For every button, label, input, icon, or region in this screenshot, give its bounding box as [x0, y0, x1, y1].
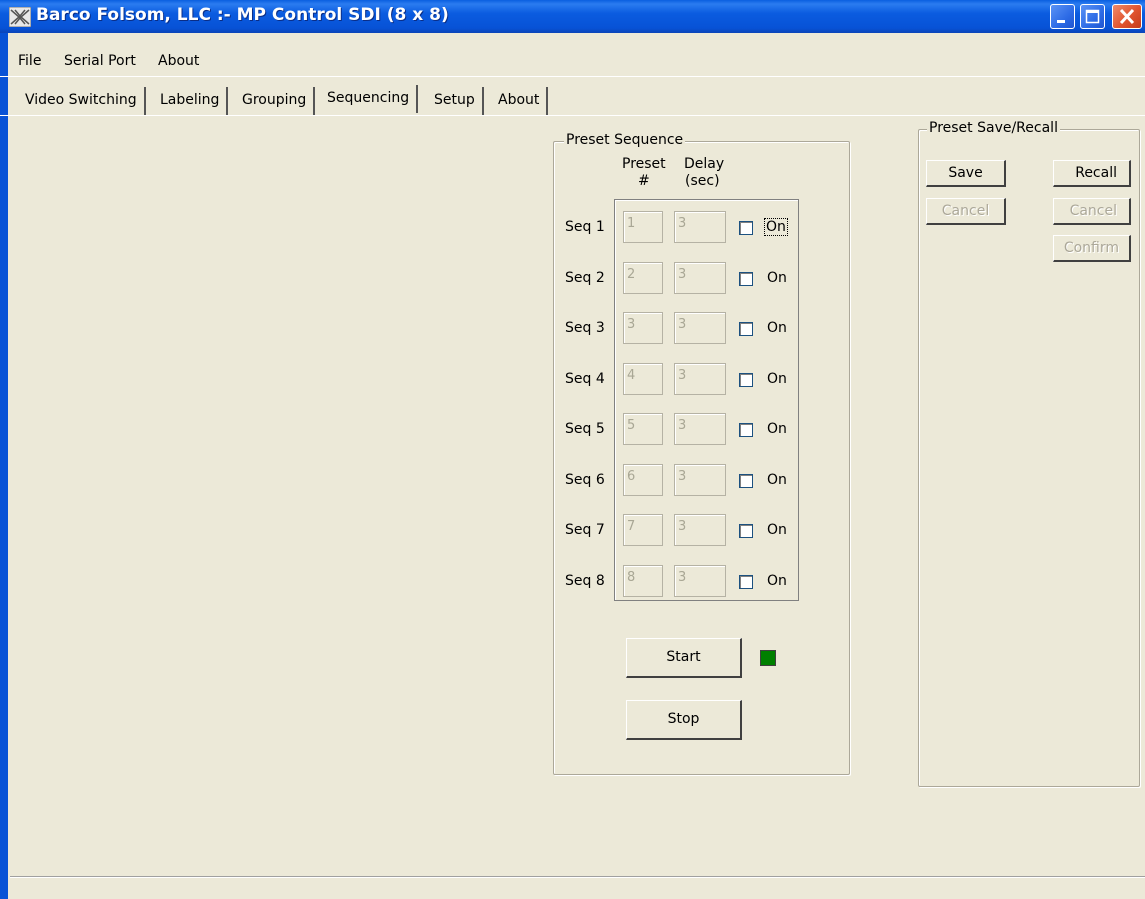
save-cancel-label: Cancel [941, 203, 990, 219]
seq-on-checkbox-8[interactable] [739, 575, 753, 589]
delay-column-subheader: (sec) [685, 173, 720, 189]
seq-delay-input-2[interactable]: 3 [674, 262, 726, 294]
window-frame-left [0, 33, 8, 899]
preset-sequence-title: Preset Sequence [564, 132, 686, 148]
start-button[interactable]: Start [626, 638, 742, 678]
seq-label-4: Seq 4 [565, 371, 605, 387]
seq-on-label-1[interactable]: On [764, 218, 788, 236]
menu-separator [0, 76, 1145, 77]
seq-preset-input-2[interactable]: 2 [623, 262, 663, 294]
seq-on-checkbox-5[interactable] [739, 423, 753, 437]
preset-column-header: Preset [622, 156, 666, 172]
menu-about[interactable]: About [158, 53, 199, 69]
seq-on-label-7[interactable]: On [767, 522, 787, 538]
preset-column-subheader: # [638, 173, 650, 189]
recall-cancel-label: Cancel [1069, 203, 1117, 219]
menu-bar: File Serial Port About [0, 53, 1145, 75]
maximize-button[interactable] [1080, 4, 1105, 29]
seq-on-checkbox-3[interactable] [739, 322, 753, 336]
status-bar [10, 876, 1145, 899]
close-button[interactable] [1112, 4, 1142, 29]
seq-on-checkbox-4[interactable] [739, 373, 753, 387]
recall-button[interactable]: Recall [1053, 160, 1131, 187]
seq-preset-input-8[interactable]: 8 [623, 565, 663, 597]
seq-preset-input-1[interactable]: 1 [623, 211, 663, 243]
seq-delay-input-6[interactable]: 3 [674, 464, 726, 496]
seq-delay-input-7[interactable]: 3 [674, 514, 726, 546]
seq-on-checkbox-1[interactable] [739, 221, 753, 235]
minimize-button[interactable] [1050, 4, 1075, 29]
recall-cancel-button[interactable]: Cancel [1053, 198, 1131, 225]
seq-label-8: Seq 8 [565, 573, 605, 589]
seq-label-2: Seq 2 [565, 270, 605, 286]
preset-save-recall-group: Preset Save/Recall [918, 120, 1140, 787]
tab-about[interactable]: About [491, 87, 549, 115]
seq-on-checkbox-7[interactable] [739, 524, 753, 538]
seq-on-label-8[interactable]: On [767, 573, 787, 589]
seq-label-6: Seq 6 [565, 472, 605, 488]
seq-on-label-2[interactable]: On [767, 270, 787, 286]
seq-on-checkbox-6[interactable] [739, 474, 753, 488]
seq-delay-input-5[interactable]: 3 [674, 413, 726, 445]
seq-on-label-6[interactable]: On [767, 472, 787, 488]
seq-label-1: Seq 1 [565, 219, 605, 235]
confirm-button[interactable]: Confirm [1053, 235, 1131, 262]
title-bar[interactable]: Barco Folsom, LLC :- MP Control SDI (8 x… [0, 0, 1145, 33]
seq-label-5: Seq 5 [565, 421, 605, 437]
seq-label-3: Seq 3 [565, 320, 605, 336]
tab-strip-border [0, 115, 1145, 116]
tab-sequencing[interactable]: Sequencing [320, 85, 419, 113]
seq-delay-input-1[interactable]: 3 [674, 211, 726, 243]
tab-grouping[interactable]: Grouping [235, 87, 316, 115]
preset-save-recall-title: Preset Save/Recall [927, 120, 1060, 136]
close-icon [1119, 8, 1135, 25]
seq-preset-input-7[interactable]: 7 [623, 514, 663, 546]
delay-column-header: Delay [684, 156, 725, 172]
tab-labeling[interactable]: Labeling [153, 87, 229, 115]
app-icon [9, 7, 31, 27]
minimize-icon [1057, 20, 1065, 23]
menu-serial-port[interactable]: Serial Port [64, 53, 136, 69]
tab-setup[interactable]: Setup [427, 87, 484, 115]
seq-on-label-5[interactable]: On [767, 421, 787, 437]
seq-preset-input-6[interactable]: 6 [623, 464, 663, 496]
maximize-icon [1085, 9, 1100, 24]
sequence-status-indicator [760, 650, 776, 666]
seq-label-7: Seq 7 [565, 522, 605, 538]
seq-on-checkbox-2[interactable] [739, 272, 753, 286]
window-title: Barco Folsom, LLC :- MP Control SDI (8 x… [36, 5, 449, 25]
confirm-label: Confirm [1063, 240, 1119, 256]
tab-video-switching[interactable]: Video Switching [18, 87, 146, 115]
stop-button[interactable]: Stop [626, 700, 742, 740]
seq-delay-input-4[interactable]: 3 [674, 363, 726, 395]
save-cancel-button[interactable]: Cancel [926, 198, 1006, 225]
seq-preset-input-3[interactable]: 3 [623, 312, 663, 344]
seq-preset-input-4[interactable]: 4 [623, 363, 663, 395]
seq-delay-input-3[interactable]: 3 [674, 312, 726, 344]
menu-file[interactable]: File [18, 53, 41, 69]
seq-preset-input-5[interactable]: 5 [623, 413, 663, 445]
seq-on-label-3[interactable]: On [767, 320, 787, 336]
save-button[interactable]: Save [926, 160, 1006, 187]
seq-delay-input-8[interactable]: 3 [674, 565, 726, 597]
seq-on-label-4[interactable]: On [767, 371, 787, 387]
